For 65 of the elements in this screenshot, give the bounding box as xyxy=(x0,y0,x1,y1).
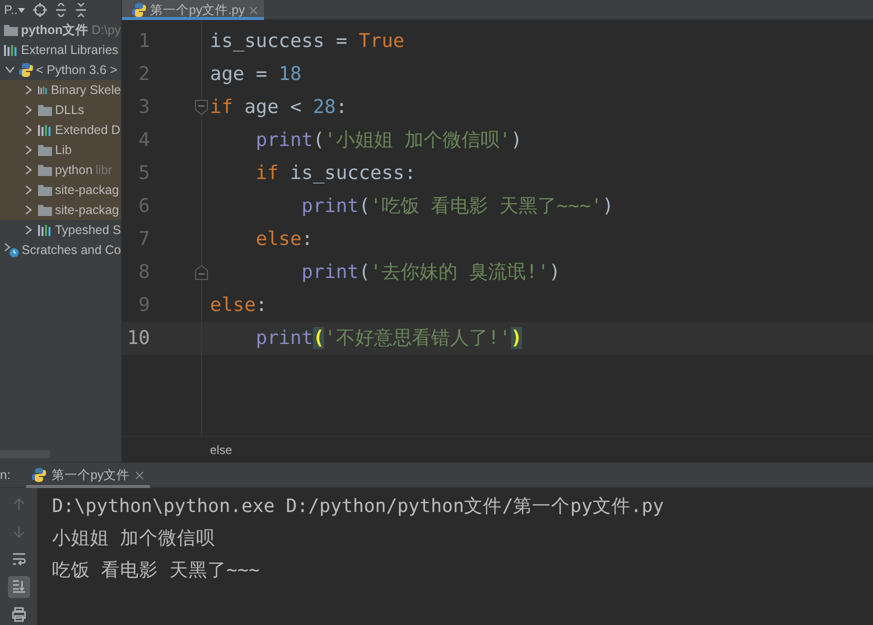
code-line: print('小姐姐 加个微信呗') xyxy=(254,129,522,151)
breadcrumb[interactable]: else xyxy=(210,440,232,458)
tree-item[interactable]: < Python 3.6 > xyxy=(0,60,121,80)
console-line: 小姐姐 加个微信呗 xyxy=(52,527,216,551)
line-number: 5 xyxy=(138,162,150,184)
line-number: 10 xyxy=(127,327,150,349)
library-icon xyxy=(38,224,52,236)
folder-icon xyxy=(38,204,52,216)
console-line: 吃饭 看电影 天黑了~~~ xyxy=(52,559,261,583)
line-number: 1 xyxy=(138,30,150,52)
code-line: is_success = True xyxy=(210,30,404,52)
tree-item[interactable]: External Libraries xyxy=(0,40,121,60)
printer-icon[interactable] xyxy=(12,606,26,622)
line-number: 9 xyxy=(138,294,150,316)
library-icon xyxy=(4,44,18,56)
view-dropdown[interactable]: P.. xyxy=(4,0,25,20)
library-icon xyxy=(38,124,52,136)
expand-all-icon[interactable] xyxy=(54,3,67,17)
library-icon xyxy=(38,84,48,96)
tree-item[interactable]: site-packag xyxy=(0,200,121,220)
scroll-to-end-button[interactable] xyxy=(8,576,30,598)
tree-item[interactable]: Scratches and Co xyxy=(0,240,121,260)
folder-icon xyxy=(38,144,52,156)
tree-item[interactable]: site-packag xyxy=(0,180,121,200)
caret-icon xyxy=(18,8,25,12)
run-tab[interactable]: 第一个py文件 xyxy=(26,462,150,488)
folder-icon xyxy=(38,164,52,176)
panel-label: n: xyxy=(0,466,10,484)
editor-tab[interactable]: 第一个py文件.py xyxy=(122,0,264,20)
console-line: D:\python\python.exe D:/python/python文件/第一个py文件.py xyxy=(52,495,665,519)
python-logo-icon xyxy=(19,63,33,77)
tree-item[interactable]: Binary Skele xyxy=(0,80,121,100)
code-line: else: xyxy=(254,228,313,250)
tree-item[interactable]: Extended D xyxy=(0,120,121,140)
tree-item[interactable]: DLLs xyxy=(0,100,121,120)
code-line: else: xyxy=(210,294,268,316)
folder-icon xyxy=(4,24,18,36)
code-line: print('吃饭 看电影 天黑了~~~') xyxy=(300,195,614,217)
python-logo-icon xyxy=(32,468,46,482)
code-line: print('不好意思看错人了!') xyxy=(254,327,522,349)
tree-item[interactable]: Lib xyxy=(0,140,121,160)
code-line: if is_success: xyxy=(254,162,416,184)
tree-item[interactable]: python libr xyxy=(0,160,121,180)
code-line: if age < 28: xyxy=(210,96,348,118)
code-line: age = 18 xyxy=(210,63,302,85)
close-icon[interactable] xyxy=(134,470,144,480)
locate-icon[interactable] xyxy=(32,3,47,17)
tree-item[interactable]: Typeshed S xyxy=(0,220,121,240)
folder-icon xyxy=(38,184,52,196)
tree-item[interactable]: python文件 D:\py xyxy=(0,20,121,40)
line-number: 4 xyxy=(138,129,150,151)
line-number: 8 xyxy=(138,261,150,283)
collapse-all-icon[interactable] xyxy=(74,3,87,17)
line-number: 6 xyxy=(138,195,150,217)
fold-icon[interactable] xyxy=(195,265,208,280)
scratches-icon xyxy=(4,242,19,258)
line-number: 7 xyxy=(138,228,150,250)
python-logo-icon xyxy=(132,3,146,17)
soft-wrap-icon[interactable] xyxy=(12,552,26,568)
line-number: 3 xyxy=(138,96,150,118)
scroll-to-end-icon[interactable] xyxy=(12,579,26,594)
line-number: 2 xyxy=(138,63,150,85)
folder-icon xyxy=(38,104,52,116)
code-line: print('去你妹的 臭流氓!') xyxy=(300,261,560,283)
fold-icon[interactable] xyxy=(195,100,208,115)
